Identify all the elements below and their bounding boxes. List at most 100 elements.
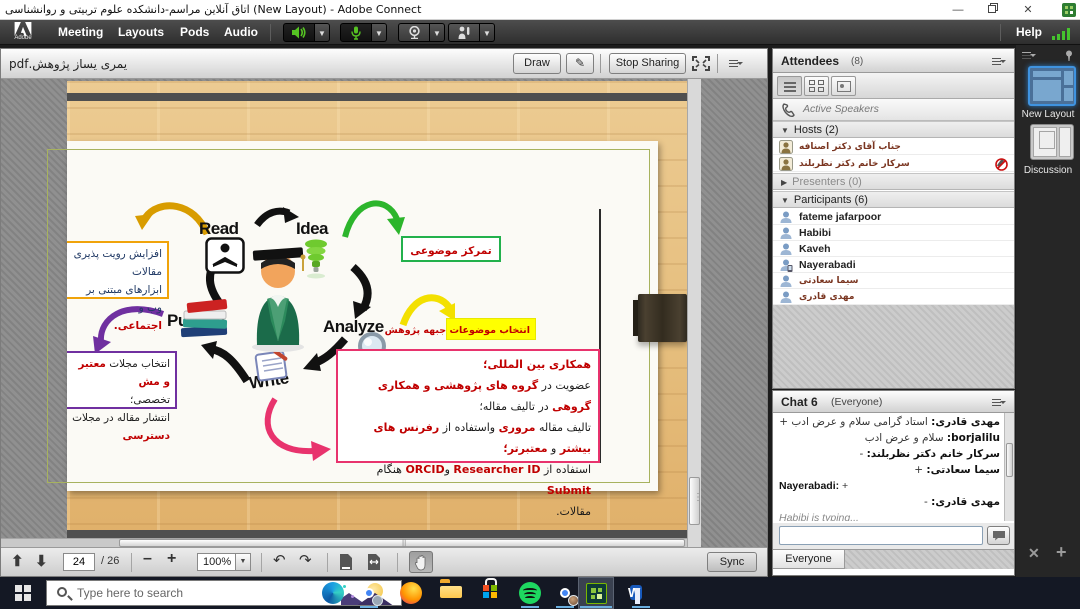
spotify-icon[interactable] [519,582,541,604]
speaker-dropdown[interactable]: ▼ [315,23,330,42]
chat-title: Chat 6 [781,395,818,409]
chrome-profile-icon[interactable] [554,582,576,604]
menu-pods[interactable]: Pods [174,20,215,45]
minimize-button[interactable]: — [941,0,975,20]
zoom-dropdown-icon[interactable]: ▼ [235,554,250,570]
next-page-button[interactable]: ⬇ [35,552,48,570]
vertical-scrollbar-thumb[interactable] [689,477,700,525]
menu-meeting[interactable]: Meeting [52,20,109,45]
search-placeholder: Type here to search [77,586,183,600]
zoom-out-button[interactable]: – [143,550,152,568]
chat-message: مهدی قادری: استاد گرامی سلام و عرض ادب + [779,416,1000,429]
participant-row[interactable]: fateme jafarpoor [773,209,1014,225]
phone-icon [781,102,797,118]
write-to-collab-arrow [257,393,339,463]
adobe-connect-taskbar-tile[interactable] [578,577,614,609]
windows-logo-icon [15,585,31,601]
raise-hand-button[interactable] [448,23,480,42]
close-button[interactable]: ✕ [1011,0,1045,20]
maximize-button[interactable] [976,0,1010,20]
stop-sharing-button[interactable]: Stop Sharing [609,53,686,74]
rail-menu-icon[interactable] [1022,51,1036,60]
attendees-empty-area [773,305,1014,388]
layout-discussion[interactable] [1030,124,1074,160]
pod-menu-icon[interactable] [992,398,1006,407]
microphone-dropdown[interactable]: ▼ [372,23,387,42]
previous-page-button[interactable]: ⬆ [11,552,24,570]
collaboration-box: همکاری بین المللی؛ عضویت در گروه های پژو… [336,349,600,463]
fit-width-icon[interactable] [367,553,383,574]
zoom-in-button[interactable]: + [167,550,176,568]
tab-everyone[interactable]: Everyone [773,549,845,569]
layout-label[interactable]: Discussion [1016,165,1080,176]
adobe-connect-icon [586,583,607,604]
fullscreen-icon[interactable] [691,55,711,72]
chat-scrollbar-thumb[interactable] [1006,443,1013,477]
shared-document-title: یمری یساز پژوهش.pdf [9,57,127,71]
hosts-section-header[interactable]: ▼Hosts (2) [773,121,1014,138]
taskbar-search[interactable]: Type here to search [46,580,402,606]
menu-separator [1000,24,1001,41]
microsoft-store-icon[interactable] [480,582,502,604]
start-button[interactable] [0,577,46,609]
chat-input[interactable] [779,526,983,545]
pod-menu-icon[interactable] [992,57,1006,66]
word-icon[interactable]: W [630,582,652,604]
annotation-pencil-button[interactable]: ✎ [566,53,594,74]
webcam-dropdown[interactable]: ▼ [430,23,445,42]
workspace: یمری یساز پژوهش.pdf Draw ✎ Stop Sharing [0,45,1080,577]
title-bar: اتاق آنلاین مراسم-دانشکده علوم تربیتی و … [0,0,1080,20]
participants-section-header[interactable]: ▼Participants (6) [773,191,1014,208]
draw-button[interactable]: Draw [513,53,561,74]
fit-page-icon[interactable] [339,553,353,574]
send-message-icon[interactable] [987,526,1010,545]
edge-icon[interactable] [322,582,344,604]
vertical-scrollbar[interactable] [687,79,701,547]
status-dropdown[interactable]: ▼ [480,23,495,42]
sync-button[interactable]: Sync [707,552,757,572]
close-pod-icon[interactable]: ✕ [1028,545,1040,562]
host-row[interactable]: سرکار خانم دکتر نظربلند [773,156,1014,172]
windows-taskbar: Type here to search W 94°F [0,577,1080,609]
file-explorer-icon[interactable] [440,582,462,604]
breakout-view-button[interactable] [804,76,829,96]
horizontal-scrollbar[interactable] [1,538,687,547]
attendees-count: (8) [851,56,863,67]
layout-label[interactable]: New Layout [1016,109,1080,120]
horizontal-scrollbar-thumb[interactable] [119,539,685,547]
presenters-section-header[interactable]: ▶Presenters (0) [773,173,1014,190]
participant-row[interactable]: Nayerabadi [773,257,1014,273]
webcam-control: ▼ [398,23,445,42]
list-view-button[interactable] [777,76,802,96]
journals-box: انتخاب مجلات معتبر و مش تخصصی؛ انتشار مق… [67,351,177,409]
share-pod: یمری یساز پژوهش.pdf Draw ✎ Stop Sharing [0,48,768,577]
status-view-button[interactable] [831,76,856,96]
host-row[interactable]: جناب آقای دکتر اصنافه [773,139,1014,155]
chrome-icon[interactable] [358,582,380,604]
document-toolbar: ⬆ ⬇ / 26 – + 100% ▼ ↶ ↷ [1,547,767,576]
rotate-right-icon[interactable]: ↷ [299,551,312,569]
menu-audio[interactable]: Audio [218,20,264,45]
microphone-button[interactable] [340,23,372,42]
zoom-level-select[interactable]: 100% ▼ [197,553,251,571]
menu-help[interactable]: Help [1016,20,1042,45]
chat-scrollbar[interactable] [1004,413,1014,521]
pod-menu-icon[interactable] [729,59,743,68]
layout-new-layout[interactable] [1028,66,1076,106]
participant-row[interactable]: Habibi [773,225,1014,241]
connection-signal-icon[interactable] [1052,28,1074,40]
participant-row[interactable]: Kaveh [773,241,1014,257]
participant-row[interactable]: سیما سعادتی [773,273,1014,289]
webcam-button[interactable] [398,23,430,42]
pin-icon[interactable] [1064,50,1074,62]
pan-hand-tool[interactable] [409,551,433,573]
add-layout-icon[interactable]: + [1056,542,1067,563]
participant-row[interactable]: مهدی قادری [773,289,1014,305]
chat-message: borjalilu: سلام و عرض ادب [779,432,1000,445]
speaker-button[interactable] [283,23,315,42]
menu-layouts[interactable]: Layouts [112,20,170,45]
firefox-icon[interactable] [400,582,422,604]
rotate-left-icon[interactable]: ↶ [273,551,286,569]
page-number-input[interactable] [63,553,95,571]
topics-box: انتخاب موضوعات جبهه پژوهش [446,318,536,340]
